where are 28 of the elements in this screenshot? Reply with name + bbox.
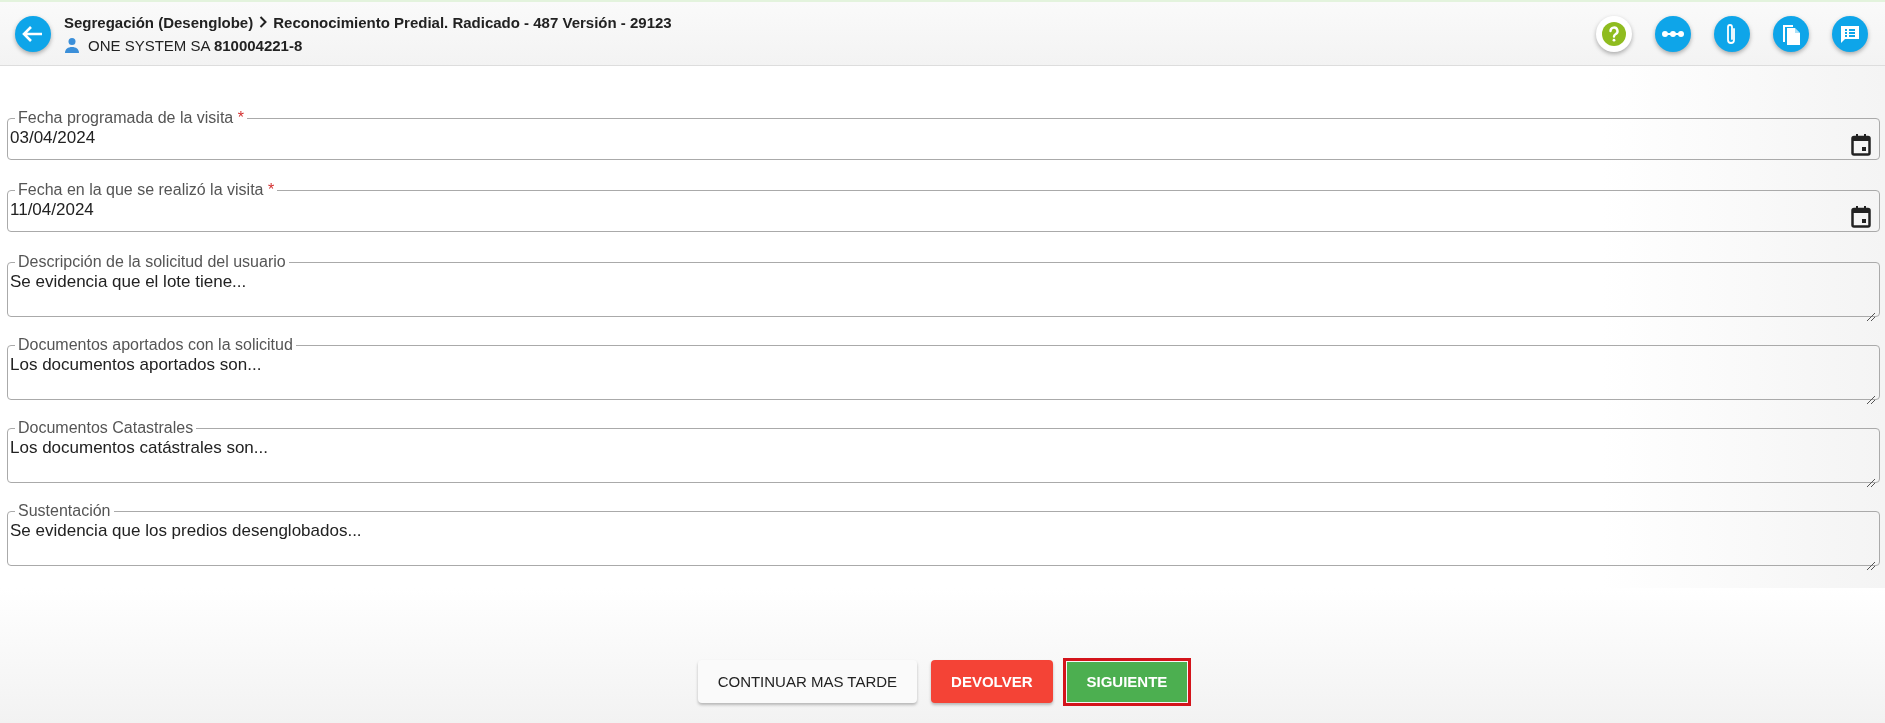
breadcrumb-item: Reconocimiento Predial. Radicado - 487 Versión - 29123 xyxy=(273,13,672,31)
field-label: Fecha programada de la visita xyxy=(18,109,234,126)
field-label: Sustentación xyxy=(18,502,111,519)
comment-list-icon[interactable] xyxy=(1831,14,1869,53)
field-label: Fecha en la que se realizó la visita xyxy=(18,181,264,198)
resize-grip-icon[interactable] xyxy=(1866,478,1876,488)
back-button[interactable] xyxy=(14,14,52,53)
resize-grip-icon[interactable] xyxy=(1866,561,1876,571)
chevron-icon xyxy=(259,16,268,28)
person-icon xyxy=(64,37,80,53)
calendar-icon[interactable] xyxy=(1851,206,1871,228)
date-field[interactable]: Fecha programada de la visita * 03/04/2024 xyxy=(7,110,1880,160)
connected-dots-icon[interactable] xyxy=(1654,14,1692,53)
field-label: Descripción de la solicitud del usuario xyxy=(18,253,286,270)
required-mark: * xyxy=(267,181,275,198)
required-mark: * xyxy=(237,109,244,126)
later-button[interactable]: CONTINUAR MAS TARDE xyxy=(697,660,918,703)
return-button[interactable]: DEVOLVER xyxy=(931,660,1053,703)
paperclip-icon[interactable] xyxy=(1713,14,1751,53)
company-name: ONE SYSTEM SA 810004221-8 xyxy=(88,36,303,54)
breadcrumb-item: Segregación (Desenglobe) xyxy=(64,13,254,31)
field-label: Documentos aportados con la solicitud xyxy=(18,336,293,353)
calendar-icon[interactable] xyxy=(1851,134,1871,156)
date-field[interactable]: Fecha en la que se realizó la visita * 11/04/2024 xyxy=(7,182,1880,232)
copy-icon[interactable] xyxy=(1772,14,1810,53)
resize-grip-icon[interactable] xyxy=(1866,312,1876,322)
resize-grip-icon[interactable] xyxy=(1866,395,1876,405)
field-label: Documentos Catastrales xyxy=(18,419,194,436)
